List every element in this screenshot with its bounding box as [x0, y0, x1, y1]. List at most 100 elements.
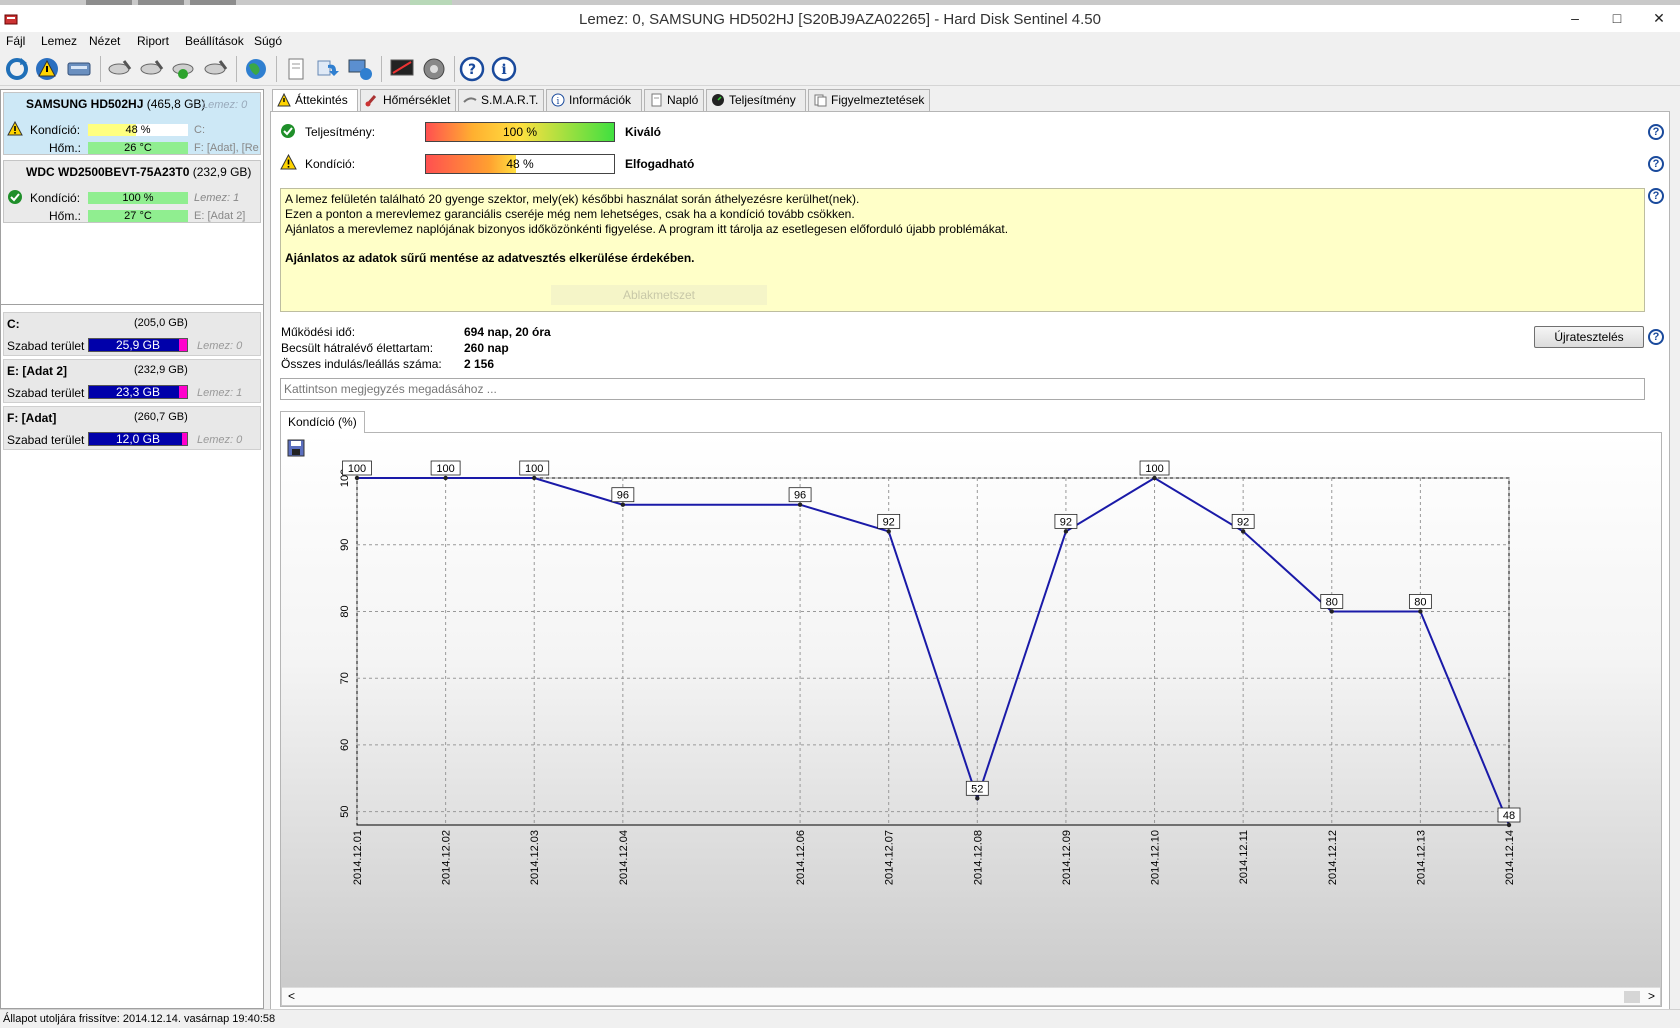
- y-tick-label: 60: [339, 739, 351, 751]
- data-point: [354, 475, 360, 481]
- info-icon[interactable]: i: [490, 55, 518, 83]
- message-recommendation: Ajánlatos az adatok sűrű mentése az adat…: [285, 251, 695, 265]
- warnings-icon: [814, 94, 827, 107]
- menu-help[interactable]: Súgó: [254, 34, 282, 48]
- horizontal-scrollbar[interactable]: < >: [282, 987, 1660, 1005]
- toolbar: ? i: [0, 52, 1680, 86]
- refresh-icon[interactable]: [3, 55, 31, 83]
- data-point: [1152, 475, 1157, 481]
- network-icon[interactable]: [346, 55, 374, 83]
- disk-list-panel: SAMSUNG HD502HJ (465,8 GB) Lemez: 0 Kond…: [0, 89, 264, 1009]
- temperature-bar: 27 °C: [88, 210, 188, 222]
- note-input[interactable]: Kattintson megjegyzés megadásához ...: [280, 378, 1645, 400]
- tab-temperature[interactable]: Hőmérséklet: [360, 89, 456, 111]
- x-tick-label: 2014.12.03: [529, 830, 541, 885]
- disk-test-icon[interactable]: [106, 55, 134, 83]
- condition-label: Kondíció:: [30, 191, 81, 205]
- help-icon[interactable]: ?: [1648, 188, 1664, 204]
- data-label: 100: [525, 463, 543, 475]
- tab-log[interactable]: Napló: [644, 89, 704, 111]
- minimize-button[interactable]: –: [1562, 9, 1588, 27]
- data-label: 100: [1145, 463, 1163, 475]
- tab-condition-chart[interactable]: Kondíció (%): [280, 411, 365, 433]
- data-label: 92: [1237, 516, 1249, 528]
- volume-item-c[interactable]: C: (205,0 GB) Szabad terület 25,9 GB Lem…: [3, 312, 261, 356]
- volume-name: F: [Adat]: [7, 411, 57, 425]
- help-icon[interactable]: ?: [1648, 124, 1664, 140]
- x-tick-label: 2014.12.12: [1327, 830, 1339, 885]
- free-space-label: Szabad terület: [7, 386, 85, 400]
- menu-settings[interactable]: Beállítások: [185, 34, 244, 48]
- scroll-right-arrow[interactable]: >: [1648, 989, 1655, 1003]
- disk-item-samsung[interactable]: SAMSUNG HD502HJ (465,8 GB) Lemez: 0 Kond…: [3, 92, 261, 155]
- report-icon[interactable]: [282, 55, 310, 83]
- plot-area: [356, 477, 1510, 826]
- x-tick-label: 2014.12.11: [1238, 830, 1250, 884]
- tab-information[interactable]: i Információk: [546, 89, 642, 111]
- message-line: A lemez felületén található 20 gyenge sz…: [285, 192, 860, 206]
- disk-scan-icon[interactable]: [202, 55, 230, 83]
- help-icon[interactable]: ?: [458, 55, 486, 83]
- monitor-icon[interactable]: [388, 55, 416, 83]
- data-label: 52: [971, 783, 983, 795]
- scroll-thumb[interactable]: [1624, 991, 1640, 1003]
- help-icon[interactable]: ?: [1648, 329, 1664, 345]
- condition-bar: 100 %: [88, 192, 188, 204]
- tab-warnings[interactable]: Figyelmeztetések: [808, 89, 930, 111]
- svg-text:i: i: [501, 62, 506, 78]
- data-label: 96: [794, 490, 806, 502]
- status-message-box: A lemez felületén található 20 gyenge sz…: [280, 188, 1645, 312]
- status-bar: Állapot utoljára frissítve: 2014.12.14. …: [0, 1009, 1680, 1028]
- tab-smart[interactable]: S.M.A.R.T.: [458, 89, 544, 111]
- x-tick-label: 2014.12.04: [618, 830, 630, 885]
- log-icon: [651, 93, 662, 107]
- menu-disk[interactable]: Lemez: [41, 34, 77, 48]
- scroll-left-arrow[interactable]: <: [288, 989, 295, 1003]
- help-icon[interactable]: ?: [1648, 156, 1664, 172]
- disk-item-wdc[interactable]: WDC WD2500BEVT-75A23T0 (232,9 GB) Kondíc…: [3, 160, 261, 223]
- disk-index-label: Lemez: 0: [202, 99, 248, 111]
- free-space-bar: 23,3 GB: [88, 385, 188, 399]
- tab-overview[interactable]: Áttekintés: [272, 89, 358, 112]
- volume-size: (232,9 GB): [134, 364, 188, 376]
- data-label: 80: [1326, 596, 1338, 608]
- disk-info-icon[interactable]: [65, 55, 93, 83]
- close-button[interactable]: ✕: [1646, 9, 1672, 27]
- free-space-bar: 25,9 GB: [88, 338, 188, 352]
- check-icon: [281, 124, 295, 138]
- menu-report[interactable]: Riport: [137, 34, 169, 48]
- volume-item-e[interactable]: E: [Adat 2] (232,9 GB) Szabad terület 23…: [3, 359, 261, 403]
- x-tick-label: 2014.12.13: [1415, 830, 1427, 885]
- y-tick-label: 90: [339, 539, 351, 551]
- globe-icon[interactable]: [242, 55, 270, 83]
- volume-label: F: [Adat], [Re: [194, 142, 259, 154]
- volume-item-f[interactable]: F: [Adat] (260,7 GB) Szabad terület 12,0…: [3, 406, 261, 450]
- sync-icon[interactable]: [314, 55, 342, 83]
- maximize-button[interactable]: □: [1604, 9, 1630, 27]
- tab-performance[interactable]: Teljesítmény: [706, 89, 806, 111]
- warning-icon: [7, 121, 23, 136]
- menu-file[interactable]: Fájl: [6, 34, 25, 48]
- data-point: [975, 796, 980, 801]
- free-space-bar: 12,0 GB: [88, 432, 188, 446]
- start-stop-value: 2 156: [464, 357, 495, 371]
- data-label: 92: [883, 516, 895, 528]
- data-point: [1240, 529, 1246, 534]
- data-point: [1506, 822, 1512, 828]
- data-label: 48: [1503, 810, 1515, 822]
- settings-disk-icon[interactable]: [420, 55, 448, 83]
- disk-surface-icon[interactable]: [138, 55, 166, 83]
- disk-ok-icon[interactable]: [170, 55, 198, 83]
- message-line: Ezen a ponton a merevlemez garanciális c…: [285, 207, 855, 221]
- disk-name: SAMSUNG HD502HJ (465,8 GB): [26, 97, 206, 111]
- data-label: 92: [1060, 516, 1072, 528]
- volume-name: E: [Adat 2]: [7, 364, 67, 378]
- retest-button[interactable]: Újratesztelés: [1534, 326, 1644, 348]
- volume-label: C:: [194, 124, 205, 136]
- svg-text:?: ?: [468, 62, 476, 78]
- alert-icon[interactable]: [33, 55, 61, 83]
- smart-icon: [463, 97, 477, 103]
- temperature-label: Hőm.:: [49, 209, 82, 223]
- menu-view[interactable]: Nézet: [89, 34, 120, 48]
- svg-text:i: i: [557, 97, 560, 107]
